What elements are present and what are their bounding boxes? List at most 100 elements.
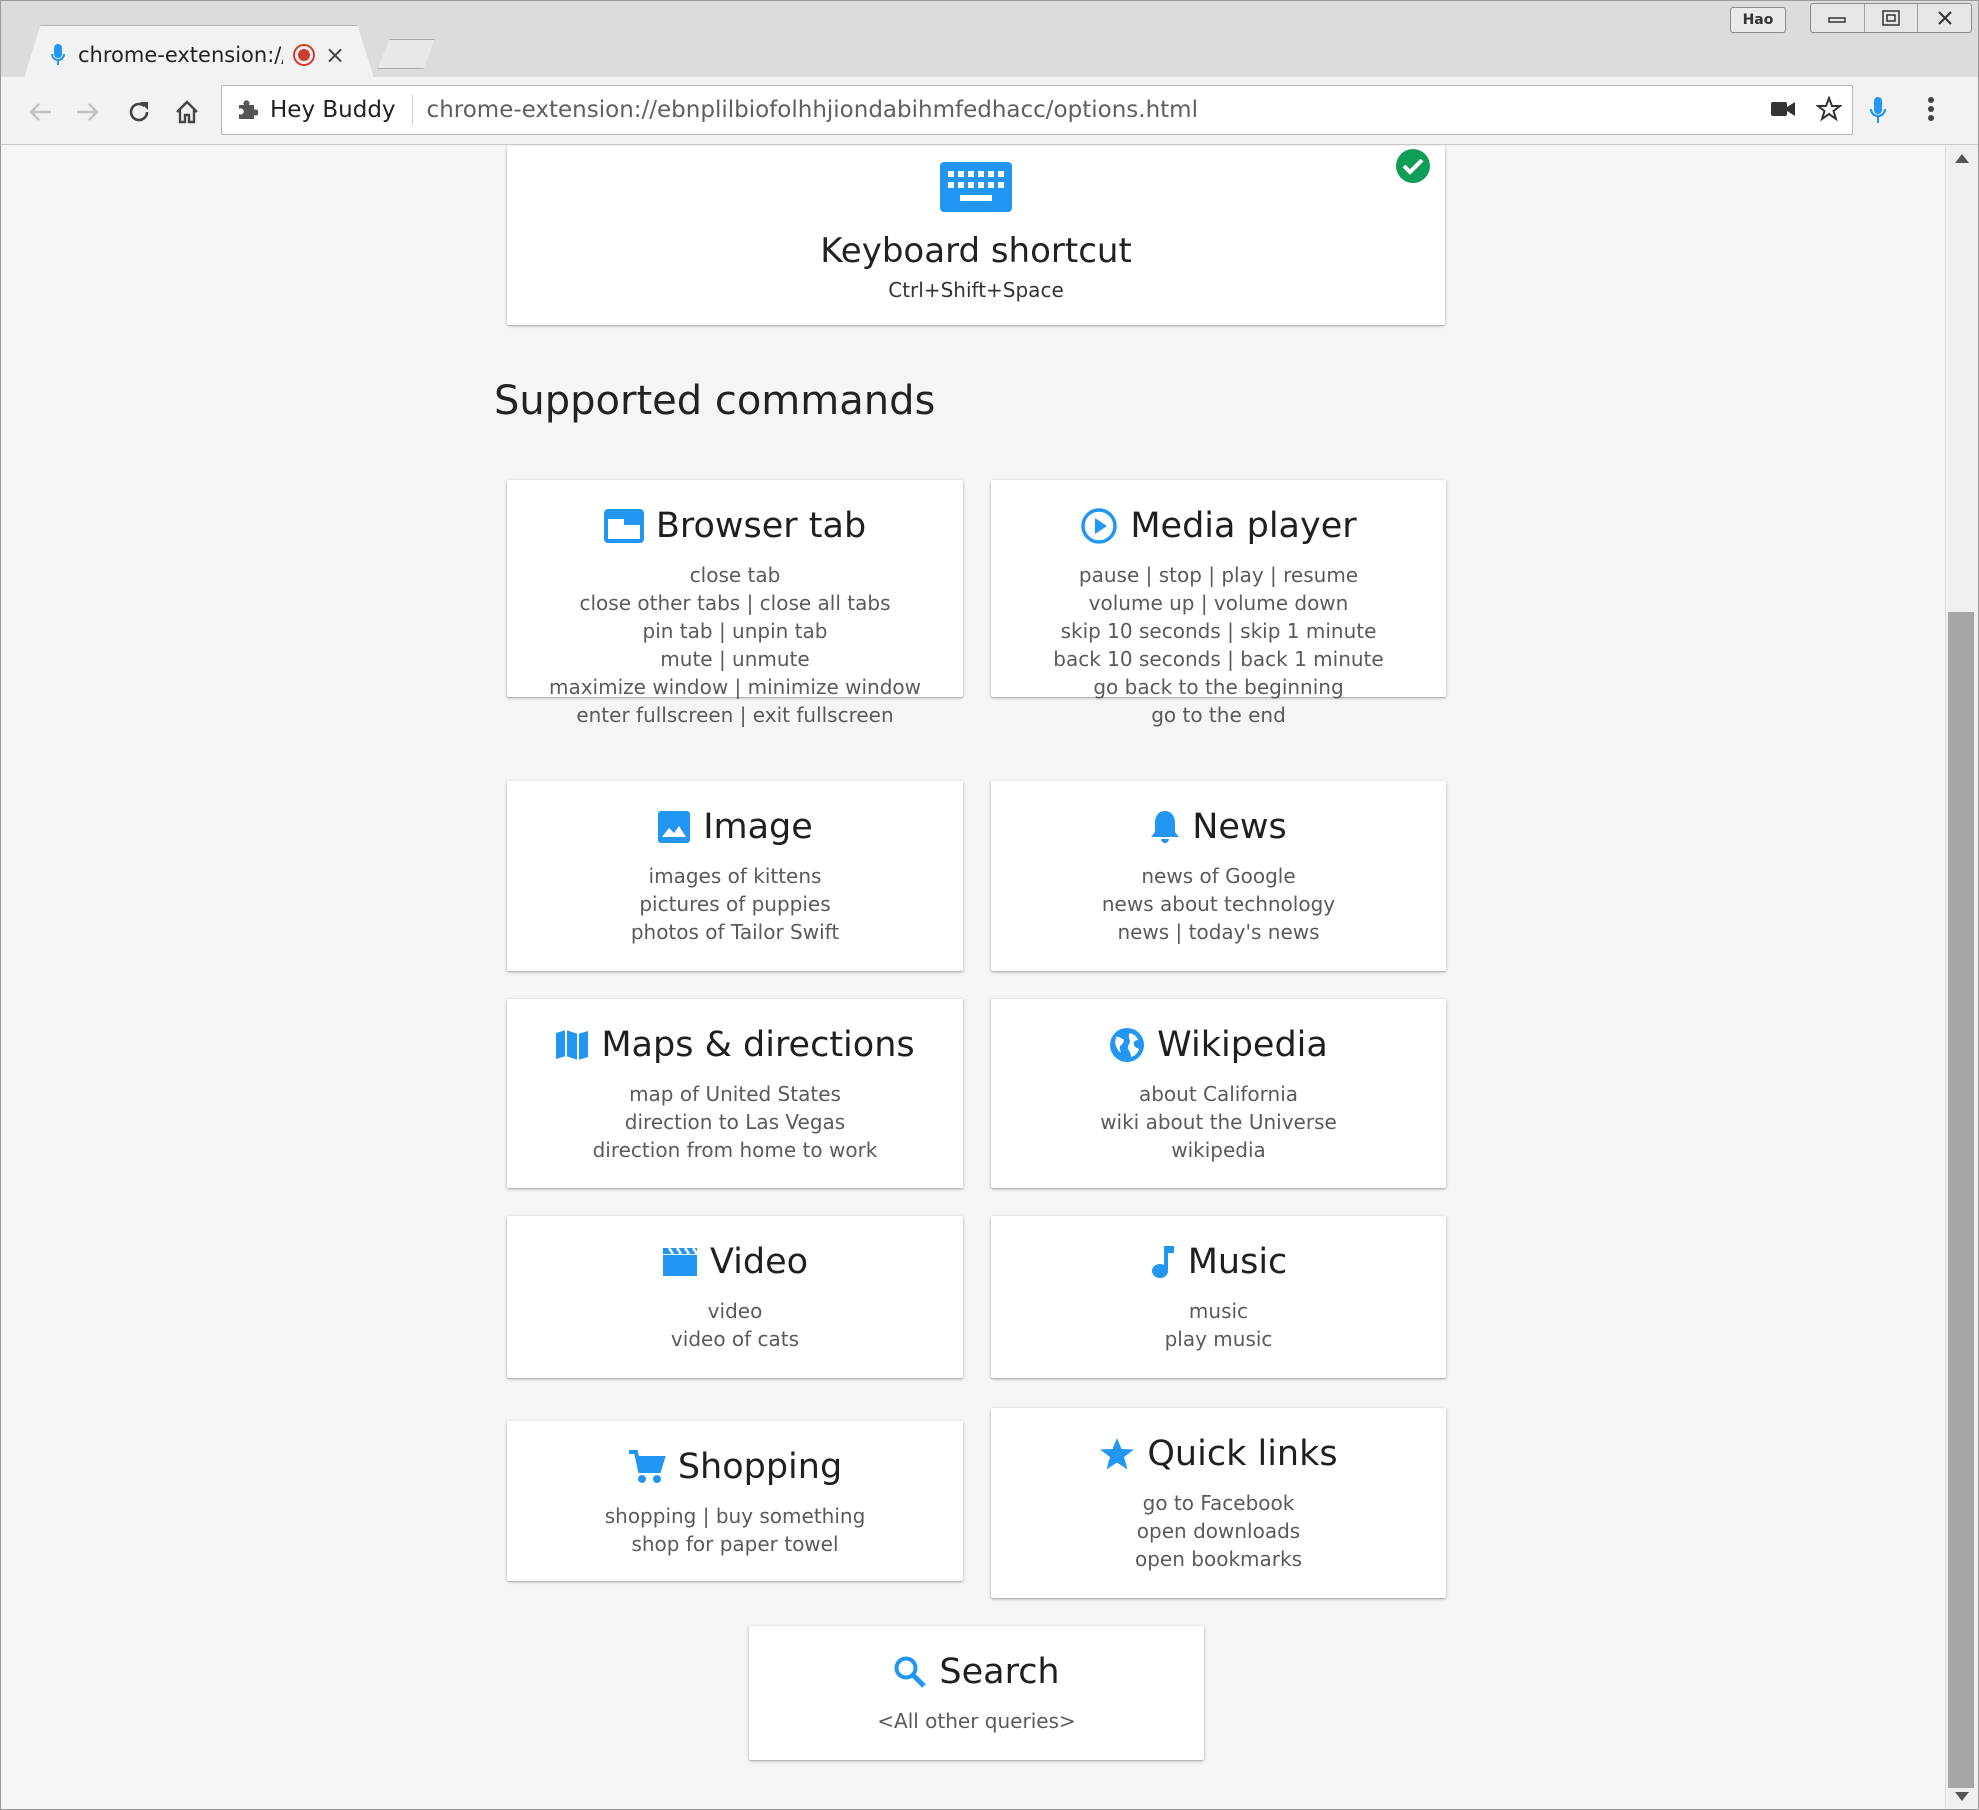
command-card-maps: Maps & directions map of United States d… [507,999,963,1188]
bell-icon [1150,809,1180,845]
keyboard-shortcut-card: Keyboard shortcut Ctrl+Shift+Space [507,146,1445,325]
command-example: direction to Las Vegas [624,1110,846,1134]
extension-chip[interactable]: Hey Buddy [222,95,413,125]
command-card-title: Video [709,1242,809,1282]
command-card-music: Music music play music [991,1216,1446,1378]
new-tab-button[interactable] [377,39,435,69]
command-example: skip 10 seconds | skip 1 minute [1060,619,1377,643]
restore-button[interactable] [1865,4,1919,32]
command-card-news: News news of Google news about technolog… [991,781,1446,971]
bookmark-star-icon[interactable] [1816,96,1842,122]
command-example: images of kittens [648,864,822,888]
minimize-button[interactable] [1811,4,1865,32]
command-example: about California [1138,1082,1299,1106]
forward-button[interactable] [71,95,105,129]
command-card-search: Search <All other queries> [749,1626,1204,1760]
command-card-video: Video video video of cats [507,1216,963,1378]
command-example: wiki about the Universe [1100,1110,1337,1134]
reload-button[interactable] [122,95,156,129]
command-example: map of United States [629,1082,841,1106]
image-icon [657,810,691,844]
cart-icon [628,1449,666,1485]
browser-tab-icon [603,509,644,543]
section-title: Supported commands [494,378,936,424]
command-example: play music [1164,1327,1273,1351]
star-icon [1099,1437,1135,1471]
command-example: go to the end [1151,703,1286,727]
command-example: mute | unmute [660,647,810,671]
scroll-thumb[interactable] [1948,612,1974,1788]
arrow-left-icon [29,103,51,121]
command-example: pause | stop | play | resume [1078,563,1359,587]
browser-toolbar: Hey Buddy chrome-extension://ebnplilbiof… [1,77,1978,145]
command-example: go back to the beginning [1093,675,1344,699]
tab-title: chrome-extension://e [78,43,283,67]
close-window-button[interactable] [1918,4,1971,32]
reload-icon [129,102,149,122]
command-example: video [707,1299,763,1323]
vertical-scrollbar[interactable] [1945,146,1978,1809]
command-example: video of cats [670,1327,800,1351]
back-button[interactable] [23,95,57,129]
command-card-title: Shopping [677,1447,843,1487]
browser-window: chrome-extension://e × Hao Hey Buddy chr… [0,0,1979,1810]
command-card-title: Search [939,1652,1060,1692]
command-example: maximize window | minimize window [548,675,921,699]
command-example: pin tab | unpin tab [642,619,828,643]
command-card-title: Image [703,807,813,847]
command-example: enter fullscreen | exit fullscreen [576,703,894,727]
command-example: direction from home to work [592,1138,878,1162]
title-bar: chrome-extension://e × Hao [1,1,1978,81]
command-example: news about technology [1101,892,1336,916]
command-card-title: News [1192,807,1287,847]
map-icon [555,1028,589,1062]
command-card-title: Wikipedia [1157,1025,1328,1065]
home-icon [176,100,198,124]
scroll-down-arrow[interactable] [1955,1792,1969,1801]
command-example: pictures of puppies [639,892,831,916]
command-example: news | today's news [1117,920,1320,944]
command-card-title: Browser tab [655,506,867,546]
command-example: photos of Tailor Swift [630,920,840,944]
command-card-wikipedia: Wikipedia about California wiki about th… [991,999,1446,1188]
extension-name: Hey Buddy [270,97,396,123]
profile-button[interactable]: Hao [1730,7,1786,33]
microphone-icon [48,42,68,68]
home-button[interactable] [170,95,204,129]
check-circle-icon [1395,148,1431,184]
command-card-title: Music [1187,1242,1288,1282]
command-card-title: Maps & directions [601,1025,915,1065]
puzzle-icon [236,99,258,121]
movie-icon [662,1247,698,1277]
command-example: back 10 seconds | back 1 minute [1053,647,1384,671]
microphone-icon[interactable] [1869,97,1887,125]
address-bar[interactable]: Hey Buddy chrome-extension://ebnplilbiof… [221,85,1853,135]
command-card-quick-links: Quick links go to Facebook open download… [991,1408,1446,1598]
search-icon [893,1655,927,1689]
command-example: go to Facebook [1142,1491,1295,1515]
scroll-up-arrow[interactable] [1955,154,1969,163]
command-example: shopping | buy something [604,1504,866,1528]
tab-close-button[interactable]: × [325,43,345,67]
window-controls [1810,3,1972,33]
page-content: Keyboard shortcut Ctrl+Shift+Space Suppo… [1,146,1945,1809]
command-card-shopping: Shopping shopping | buy something shop f… [507,1421,963,1581]
url-text[interactable]: chrome-extension://ebnplilbiofolhhjionda… [413,97,1198,123]
keyboard-icon [940,162,1012,212]
command-example: news of Google [1141,864,1296,888]
command-example: open bookmarks [1135,1547,1302,1571]
more-vert-icon[interactable] [1927,95,1935,123]
command-example: <All other queries> [877,1709,1076,1733]
command-example: open downloads [1136,1519,1301,1543]
play-circle-icon [1080,507,1118,545]
music-note-icon [1150,1244,1176,1280]
command-example: volume up | volume down [1088,591,1349,615]
command-card-title: Quick links [1147,1434,1338,1474]
browser-tab[interactable]: chrome-extension://e × [23,25,375,81]
command-card-image: Image images of kittens pictures of pupp… [507,781,963,971]
arrow-right-icon [77,103,99,121]
camera-icon[interactable] [1770,100,1796,118]
recording-icon [293,44,315,66]
command-example: music [1188,1299,1249,1323]
command-example: wikipedia [1171,1138,1266,1162]
